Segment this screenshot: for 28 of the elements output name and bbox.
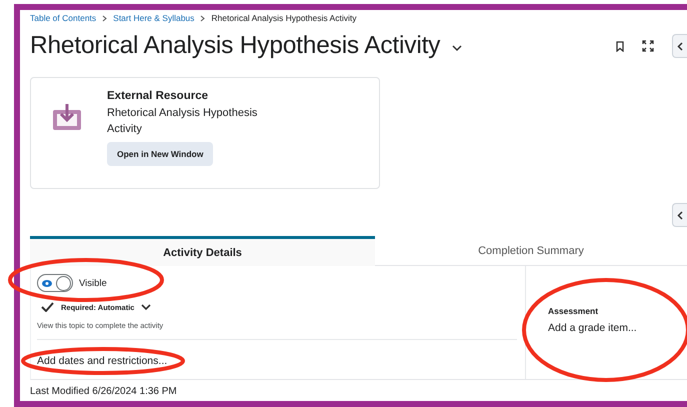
collapse-tab[interactable] — [672, 34, 687, 58]
assessment-heading: Assessment — [548, 306, 600, 316]
add-grade-item-link[interactable]: Add a grade item... — [548, 322, 637, 334]
chevron-right-icon — [102, 14, 108, 22]
download-box-icon — [53, 104, 81, 130]
resource-type: External Resource — [107, 90, 209, 102]
checkmark-icon — [41, 302, 54, 312]
chevron-left-icon — [677, 210, 683, 220]
tab[interactable]: Activity Details — [30, 236, 375, 266]
fullscreen-icon[interactable] — [642, 40, 654, 52]
visibility-toggle[interactable] — [37, 274, 73, 292]
chevron-left-icon — [677, 42, 683, 50]
breadcrumb-current: Rhetorical Analysis Hypothesis Activity — [211, 13, 356, 23]
breadcrumb-link[interactable]: Table of Contents — [30, 13, 96, 23]
visibility-label: Visible — [79, 278, 107, 288]
eye-icon — [42, 280, 52, 286]
add-dates-link[interactable]: Add dates and restrictions... — [37, 355, 517, 367]
page-title: Rhetorical Analysis Hypothesis Activity — [30, 32, 440, 60]
chevron-down-icon[interactable] — [452, 44, 462, 52]
open-in-new-window-button[interactable]: Open in New Window — [107, 142, 214, 166]
last-modified-text: Last Modified 6/26/2024 1:36 PM — [30, 386, 178, 397]
resource-name: Rhetorical Analysis Hypothesis Activity — [107, 106, 258, 137]
breadcrumb-link[interactable]: Start Here & Syllabus — [113, 13, 194, 23]
tab[interactable]: Completion Summary — [375, 236, 687, 266]
collapse-tab[interactable] — [672, 203, 687, 227]
bookmark-icon[interactable] — [616, 40, 624, 52]
chevron-down-icon[interactable] — [141, 304, 152, 310]
chevron-right-icon — [200, 14, 206, 22]
